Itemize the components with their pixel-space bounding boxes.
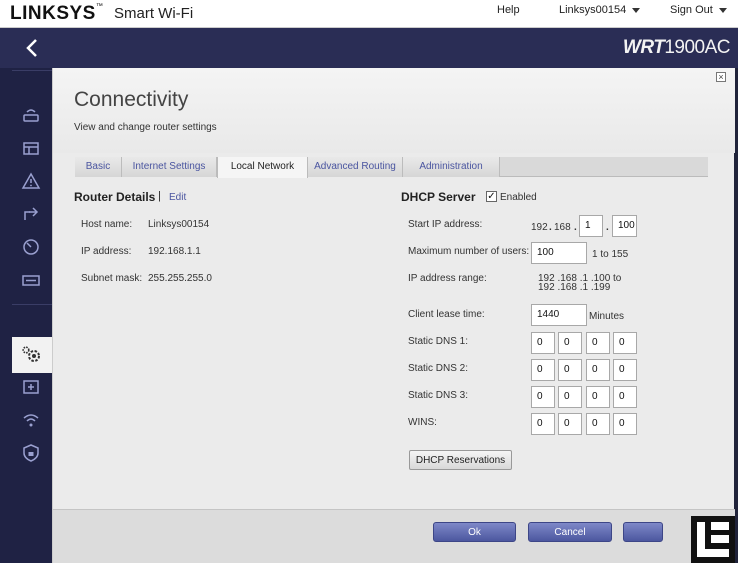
start-ip-octet-1: 192: [531, 222, 548, 233]
host-name-value: Linksys00154: [148, 219, 210, 230]
sign-out-menu[interactable]: Sign Out: [670, 4, 727, 16]
static-dns-2-octet-1[interactable]: 0: [531, 359, 555, 381]
max-users-input[interactable]: 100: [531, 242, 587, 264]
ip-range-to: to: [613, 273, 622, 284]
apply-button[interactable]: [623, 522, 663, 542]
ip-range-label: IP address range:: [408, 273, 487, 284]
router-model: WRT1900AC: [622, 37, 731, 58]
wins-octet-4[interactable]: 0: [613, 413, 637, 435]
static-dns-1-label: Static DNS 1:: [408, 336, 469, 347]
static-dns-2-label: Static DNS 2:: [408, 363, 469, 374]
corner-logo-watermark: [691, 516, 735, 563]
static-dns-3-octet-1[interactable]: 0: [531, 386, 555, 408]
host-name-label: Host name:: [81, 219, 133, 230]
title-band: WRT1900AC: [0, 28, 738, 68]
ip-address-label: IP address:: [81, 246, 132, 257]
sidebar-divider: [12, 70, 52, 71]
max-users-range: 1 to 155: [592, 249, 629, 260]
speed-test-icon[interactable]: [21, 238, 41, 256]
panel-footer: Ok Cancel: [53, 509, 735, 563]
close-icon[interactable]: ×: [716, 72, 726, 82]
ip-range-end: 192 .168 .1 .199: [538, 282, 611, 293]
static-dns-2-octet-4[interactable]: 0: [613, 359, 637, 381]
ok-button[interactable]: Ok: [433, 522, 516, 542]
sidebar: [0, 68, 52, 563]
sign-out-label: Sign Out: [670, 4, 713, 16]
account-name: Linksys00154: [559, 4, 627, 16]
back-arrow-icon[interactable]: [22, 36, 42, 60]
tab-administration[interactable]: Administration: [403, 157, 500, 177]
dhcp-reservations-button[interactable]: DHCP Reservations: [409, 450, 512, 470]
static-dns-1-octet-4[interactable]: 0: [613, 332, 637, 354]
sidebar-divider: [12, 304, 52, 305]
dhcp-enabled-label: Enabled: [500, 192, 537, 203]
tab-advanced-routing[interactable]: Advanced Routing: [308, 157, 403, 177]
client-lease-input[interactable]: 1440: [531, 304, 587, 326]
static-dns-3-octet-3[interactable]: 0: [586, 386, 610, 408]
tab-internet-settings[interactable]: Internet Settings: [122, 157, 217, 177]
client-lease-unit: Minutes: [589, 311, 625, 322]
top-header: LINKSYS™ Smart Wi-Fi Help Linksys00154 S…: [0, 0, 738, 28]
wins-octet-3[interactable]: 0: [586, 413, 610, 435]
wins-octet-1[interactable]: 0: [531, 413, 555, 435]
subnet-mask-value: 255.255.255.0: [148, 273, 212, 284]
static-dns-3-octet-2[interactable]: 0: [558, 386, 582, 408]
wireless-icon[interactable]: [21, 411, 41, 429]
wins-octet-2[interactable]: 0: [558, 413, 582, 435]
product-name: Smart Wi-Fi: [114, 5, 194, 22]
client-lease-label: Client lease time:: [408, 309, 485, 320]
static-dns-1-octet-3[interactable]: 0: [586, 332, 610, 354]
chevron-down-icon: [632, 7, 641, 13]
sidebar-item-connectivity[interactable]: [12, 337, 52, 373]
security-icon[interactable]: [21, 444, 41, 462]
media-prioritization-icon[interactable]: [21, 205, 41, 223]
router-details-title: Router Details: [74, 190, 156, 204]
start-ip-octet-2: 168: [554, 222, 571, 233]
troubleshooting-icon[interactable]: [21, 378, 41, 396]
connectivity-panel: × Connectivity View and change router se…: [52, 68, 735, 563]
connectivity-gear-icon: [22, 346, 40, 362]
linksys-logo: LINKSYS™: [10, 3, 104, 24]
cancel-button[interactable]: Cancel: [528, 522, 612, 542]
warning-icon[interactable]: [21, 172, 41, 190]
settings-tabs: Basic Internet Settings Local Network Ad…: [75, 157, 708, 178]
start-ip-octet-3-input[interactable]: 1: [579, 215, 603, 237]
tab-basic[interactable]: Basic: [75, 157, 122, 177]
usb-storage-icon[interactable]: [21, 271, 41, 289]
tab-local-network[interactable]: Local Network: [217, 157, 308, 178]
dhcp-enabled-checkbox[interactable]: ✓: [486, 191, 497, 202]
max-users-label: Maximum number of users:: [408, 246, 530, 257]
dhcp-server-title: DHCP Server: [401, 190, 476, 204]
title-separator: |: [158, 190, 161, 202]
static-dns-3-label: Static DNS 3:: [408, 390, 469, 401]
subnet-mask-label: Subnet mask:: [81, 273, 143, 284]
ip-dot: .: [606, 222, 609, 233]
start-ip-octet-4-input[interactable]: 100: [612, 215, 637, 237]
panel-header: × Connectivity View and change router se…: [53, 68, 735, 153]
static-dns-1-octet-2[interactable]: 0: [558, 332, 582, 354]
chevron-down-icon: [718, 7, 727, 13]
page-subtitle: View and change router settings: [74, 122, 217, 133]
ip-address-value: 192.168.1.1: [148, 246, 201, 257]
ip-dot: .: [549, 222, 552, 233]
account-menu[interactable]: Linksys00154: [559, 4, 641, 16]
static-dns-1-octet-1[interactable]: 0: [531, 332, 555, 354]
static-dns-2-octet-2[interactable]: 0: [558, 359, 582, 381]
edit-link[interactable]: Edit: [169, 192, 186, 203]
help-link[interactable]: Help: [497, 4, 520, 16]
ip-dot: .: [574, 222, 577, 233]
static-dns-3-octet-4[interactable]: 0: [613, 386, 637, 408]
wins-label: WINS:: [408, 417, 437, 428]
static-dns-2-octet-3[interactable]: 0: [586, 359, 610, 381]
devices-icon[interactable]: [21, 139, 41, 157]
start-ip-label: Start IP address:: [408, 219, 483, 230]
page-title: Connectivity: [74, 88, 189, 111]
router-icon[interactable]: [21, 106, 41, 124]
